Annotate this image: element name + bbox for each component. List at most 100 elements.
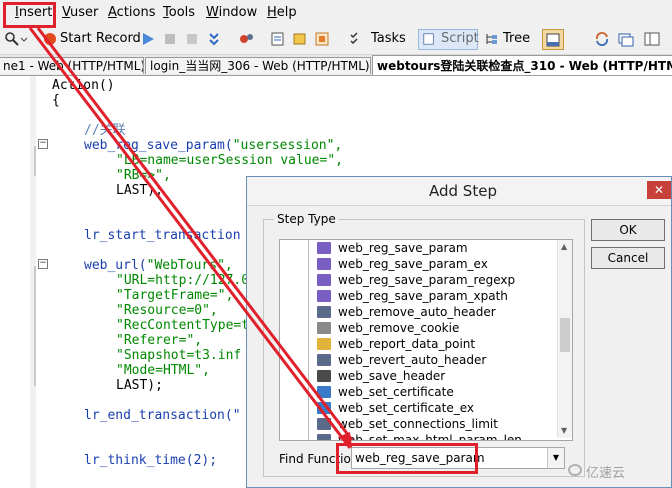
list-item[interactable]: web_reg_save_param_xpath: [280, 288, 558, 304]
tab-label: login_当当网_306 - Web (HTTP/HTML): [150, 59, 370, 73]
script-label: Script: [441, 31, 479, 46]
certificate-icon: [317, 402, 331, 414]
list-item-label: web_reg_save_param_ex: [338, 257, 488, 271]
code-function: lr_end_transaction(": [84, 408, 241, 423]
search-icon[interactable]: [4, 31, 20, 47]
tab-label: ne1 - Web (HTTP/HTML): [3, 59, 144, 73]
code-comment: //关联: [84, 123, 126, 138]
scroll-down-icon[interactable]: ▼: [561, 426, 567, 435]
insert-highlight-box: [3, 2, 56, 28]
list-item[interactable]: web_revert_auto_header: [280, 352, 558, 368]
menu-help[interactable]: Help: [267, 5, 297, 20]
code-string: "Mode=HTML",: [116, 363, 210, 378]
dialog-titlebar[interactable]: Add Step ✕: [247, 177, 671, 206]
ok-button[interactable]: OK: [591, 219, 665, 241]
data-point-icon: [317, 338, 331, 350]
code-function: web_reg_save_param(: [84, 138, 233, 153]
watermark-text: 亿速云: [586, 466, 626, 481]
list-item-label: web_set_certificate_ex: [338, 401, 474, 415]
tab-script-2[interactable]: login_当当网_306 - Web (HTTP/HTML): [145, 57, 371, 74]
list-item[interactable]: web_reg_save_param: [280, 240, 558, 256]
tab-script-3[interactable]: webtours登陆关联检查点_310 - Web (HTTP/HTML): [372, 55, 672, 75]
record-icon[interactable]: [42, 31, 58, 47]
fold-toggle[interactable]: −: [38, 259, 48, 269]
tab-script-1[interactable]: ne1 - Web (HTTP/HTML): [0, 57, 144, 74]
output-pane-button[interactable]: [542, 29, 564, 50]
start-record-button[interactable]: Start Record: [60, 31, 141, 46]
list-item-label: web_revert_auto_header: [338, 353, 487, 367]
fold-bar: [34, 146, 36, 176]
list-item[interactable]: web_set_connections_limit: [280, 416, 558, 432]
list-item[interactable]: web_remove_auto_header: [280, 304, 558, 320]
list-item-label: web_save_header: [338, 369, 446, 383]
settings-icon[interactable]: [238, 31, 254, 47]
cancel-button[interactable]: Cancel: [591, 247, 665, 269]
layout-icon[interactable]: [644, 31, 660, 47]
script-view-button[interactable]: Script: [418, 29, 479, 50]
tasks-button[interactable]: Tasks: [371, 31, 406, 46]
list-item-label: web_set_connections_limit: [338, 417, 498, 431]
fold-toggle[interactable]: −: [38, 139, 48, 149]
code-string: "LB=name=userSession value=",: [116, 153, 343, 168]
list-item[interactable]: web_reg_save_param_regexp: [280, 272, 558, 288]
compile-icon[interactable]: [270, 31, 286, 47]
list-item[interactable]: web_reg_save_param_ex: [280, 256, 558, 272]
header-icon: [317, 354, 331, 366]
list-item-label: web_reg_save_param_regexp: [338, 273, 516, 287]
step-type-list[interactable]: web_reg_save_param web_reg_save_param_ex…: [279, 239, 573, 441]
param-len-icon: [317, 434, 331, 440]
pause-icon[interactable]: [184, 31, 200, 47]
list-item[interactable]: web_save_header: [280, 368, 558, 384]
dropdown-arrow-icon[interactable]: ▼: [547, 448, 564, 468]
line-gutter: [0, 76, 30, 488]
code-line: LAST);: [116, 378, 163, 393]
find-function-highlight-box: [336, 443, 478, 474]
tasks-icon[interactable]: [348, 31, 364, 47]
stop-icon[interactable]: [162, 31, 178, 47]
close-button[interactable]: ✕: [647, 181, 671, 199]
menu-vuser[interactable]: Vuser: [62, 5, 98, 20]
code-string: "TargetFrame=",: [116, 288, 234, 303]
list-item-label: web_remove_cookie: [338, 321, 460, 335]
pane-icon: [546, 33, 560, 47]
window-icon[interactable]: [618, 31, 634, 47]
certificate-icon: [317, 386, 331, 398]
menu-tools[interactable]: Tools: [163, 5, 195, 20]
list-item[interactable]: web_set_max_html_param_len: [280, 432, 558, 441]
list-item[interactable]: web_report_data_point: [280, 336, 558, 352]
code-string: "RB=>",: [116, 168, 171, 183]
code-string: "Snapshot=t3.inf: [116, 348, 242, 363]
snapshot-icon[interactable]: [314, 31, 330, 47]
tree-icon[interactable]: [484, 31, 500, 47]
list-item-label: web_set_max_html_param_len: [338, 433, 522, 441]
list-scrollbar[interactable]: ▲ ▼: [557, 240, 572, 438]
refresh-icon[interactable]: [594, 31, 610, 47]
code-string: "usersession",: [232, 138, 343, 153]
dialog-title: Add Step: [429, 182, 497, 200]
add-step-dialog: Add Step ✕ Step Type web_reg_save_param …: [246, 176, 672, 488]
close-icon: ✕: [653, 183, 665, 197]
tree-button[interactable]: Tree: [503, 31, 530, 46]
list-item[interactable]: web_set_certificate: [280, 384, 558, 400]
list-item-label: web_remove_auto_header: [338, 305, 496, 319]
list-item[interactable]: web_set_certificate_ex: [280, 400, 558, 416]
step-icon[interactable]: [206, 31, 222, 47]
list-item-label: web_reg_save_param: [338, 241, 468, 255]
code-line: Action(): [52, 78, 115, 93]
chevron-down-icon[interactable]: [20, 31, 28, 47]
scroll-up-icon[interactable]: ▲: [561, 242, 567, 251]
code-line: {: [52, 93, 60, 108]
code-line: web_url("WebTours",: [84, 258, 233, 273]
code-string: "Referer=",: [116, 333, 203, 348]
play-icon[interactable]: [140, 31, 156, 47]
list-item[interactable]: web_remove_cookie: [280, 320, 558, 336]
scroll-thumb[interactable]: [560, 318, 570, 352]
connections-icon: [317, 418, 331, 430]
function-icon: [317, 258, 331, 270]
menu-actions[interactable]: Actions: [108, 5, 156, 20]
code-string: "Resource=0",: [116, 303, 218, 318]
menu-window[interactable]: Window: [206, 5, 257, 20]
ok-label: OK: [619, 223, 637, 237]
bookmark-icon[interactable]: [292, 31, 308, 47]
document-tabs: ne1 - Web (HTTP/HTML) login_当当网_306 - We…: [0, 55, 672, 76]
